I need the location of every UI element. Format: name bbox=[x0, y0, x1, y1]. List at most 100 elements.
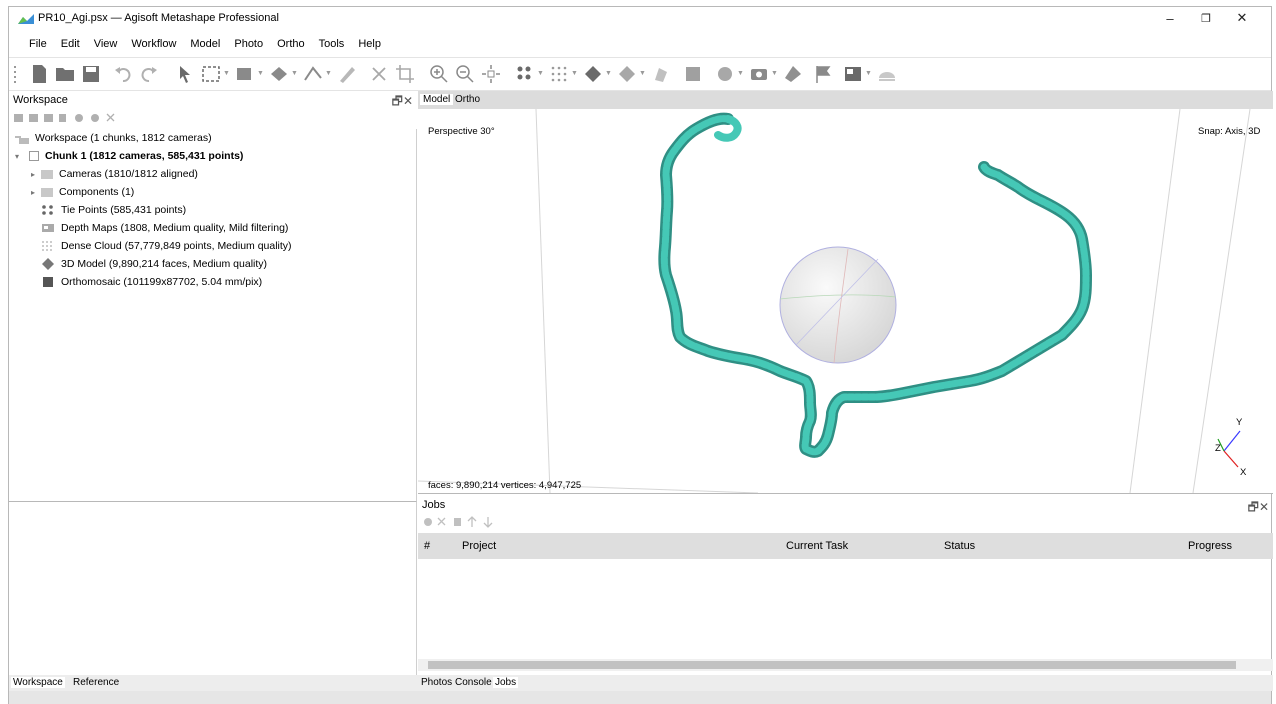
tree-item-depth-maps[interactable]: Depth Maps (1808, Medium quality, Mild f… bbox=[41, 219, 288, 237]
chevron-down-icon[interactable]: ▼ bbox=[291, 70, 298, 77]
menu-model[interactable]: Model bbox=[190, 38, 220, 50]
menu-help[interactable]: Help bbox=[358, 38, 381, 50]
show-tie-points-icon[interactable] bbox=[515, 64, 535, 84]
orthomosaic-icon bbox=[43, 277, 53, 287]
tree-item-components[interactable]: ▸ Components (1) bbox=[31, 183, 134, 201]
chevron-right-icon[interactable]: ▸ bbox=[31, 188, 41, 197]
tree-item-tie-points[interactable]: Tie Points (585,431 points) bbox=[41, 201, 186, 219]
flag-icon[interactable] bbox=[813, 64, 833, 84]
show-dense-cloud-icon[interactable] bbox=[549, 64, 569, 84]
chevron-down-icon[interactable]: ▼ bbox=[325, 70, 332, 77]
show-model-icon[interactable] bbox=[583, 64, 603, 84]
tree-root[interactable]: Workspace (1 chunks, 1812 cameras) bbox=[15, 129, 212, 147]
reset-view-icon[interactable] bbox=[481, 64, 501, 84]
axis-z-label: Z bbox=[1215, 443, 1221, 454]
chevron-down-icon[interactable]: ▼ bbox=[639, 70, 646, 77]
show-region-icon[interactable] bbox=[715, 64, 735, 84]
metashape-logo-icon bbox=[18, 14, 34, 24]
chevron-down-icon[interactable]: ▼ bbox=[737, 70, 744, 77]
show-markers-icon[interactable] bbox=[783, 64, 803, 84]
tab-ortho[interactable]: Ortho bbox=[452, 94, 483, 105]
tree-item-3d-model[interactable]: 3D Model (9,890,214 faces, Medium qualit… bbox=[41, 255, 267, 273]
tree-item-dense-cloud[interactable]: Dense Cloud (57,779,849 points, Medium q… bbox=[41, 237, 292, 255]
show-shapes-icon[interactable] bbox=[877, 64, 897, 84]
close-button[interactable]: ✕ bbox=[1224, 7, 1260, 29]
scrollbar-thumb[interactable] bbox=[428, 661, 1236, 669]
chevron-down-icon[interactable]: ▼ bbox=[605, 70, 612, 77]
maximize-icon: ❐ bbox=[1201, 12, 1211, 25]
jobs-horizontal-scrollbar[interactable] bbox=[418, 659, 1273, 671]
tab-workspace[interactable]: Workspace bbox=[11, 677, 65, 688]
menu-edit[interactable]: Edit bbox=[61, 38, 80, 50]
menu-view[interactable]: View bbox=[94, 38, 118, 50]
jobs-toolbar bbox=[418, 513, 1273, 531]
chevron-down-icon[interactable]: ▼ bbox=[257, 70, 264, 77]
save-icon[interactable] bbox=[81, 64, 101, 84]
tab-photos[interactable]: Photos bbox=[419, 677, 454, 688]
folder-icon bbox=[41, 187, 53, 197]
chevron-down-icon[interactable]: ▼ bbox=[571, 70, 578, 77]
draw-polyline-icon[interactable] bbox=[303, 64, 323, 84]
menu-file[interactable]: File bbox=[29, 38, 47, 50]
trackball-sphere[interactable] bbox=[779, 246, 897, 364]
jobs-toolbar-icons[interactable] bbox=[422, 515, 518, 529]
crop-icon[interactable] bbox=[395, 64, 415, 84]
column-current-task[interactable]: Current Task bbox=[786, 540, 848, 552]
menu-ortho[interactable]: Ortho bbox=[277, 38, 305, 50]
redo-icon[interactable] bbox=[139, 64, 159, 84]
workspace-icon bbox=[15, 132, 29, 144]
open-folder-icon[interactable] bbox=[55, 64, 75, 84]
show-dem-icon[interactable] bbox=[651, 64, 671, 84]
model-viewport[interactable]: Perspective 30° Snap: Axis, 3D faces: 9,… bbox=[418, 109, 1273, 493]
zoom-in-icon[interactable] bbox=[429, 64, 449, 84]
chevron-down-icon[interactable]: ▼ bbox=[223, 70, 230, 77]
column-number[interactable]: # bbox=[424, 540, 430, 552]
chevron-down-icon[interactable]: ▼ bbox=[537, 70, 544, 77]
tree-root-label: Workspace (1 chunks, 1812 cameras) bbox=[35, 132, 212, 144]
tab-model[interactable]: Model bbox=[420, 94, 454, 105]
workspace-lower-pane bbox=[9, 501, 417, 677]
column-status[interactable]: Status bbox=[944, 540, 975, 552]
axis-y-label: Y bbox=[1236, 417, 1243, 428]
tab-console[interactable]: Console bbox=[453, 677, 494, 688]
rectangle-selection-icon[interactable] bbox=[201, 64, 221, 84]
axis-gizmo bbox=[1217, 430, 1241, 468]
zoom-out-icon[interactable] bbox=[455, 64, 475, 84]
workspace-toolbar-icons[interactable] bbox=[13, 111, 117, 125]
tree-item-orthomosaic[interactable]: Orthomosaic (101199x87702, 5.04 mm/pix) bbox=[41, 273, 262, 291]
left-dock-tabs: Workspace Reference bbox=[9, 675, 417, 691]
tie-points-icon bbox=[42, 205, 53, 215]
delete-selection-icon[interactable] bbox=[369, 64, 389, 84]
tree-chunk[interactable]: ▾ Chunk 1 (1812 cameras, 585,431 points) bbox=[15, 147, 243, 165]
ruler-icon[interactable] bbox=[337, 64, 357, 84]
show-tiled-model-icon[interactable] bbox=[617, 64, 637, 84]
maximize-button[interactable]: ❐ bbox=[1188, 7, 1224, 29]
menu-tools[interactable]: Tools bbox=[319, 38, 345, 50]
tree-item-label: Orthomosaic (101199x87702, 5.04 mm/pix) bbox=[61, 276, 263, 288]
column-project[interactable]: Project bbox=[462, 540, 496, 552]
workspace-tree: Workspace (1 chunks, 1812 cameras) ▾ Chu… bbox=[9, 129, 417, 501]
chevron-down-icon[interactable]: ▾ bbox=[15, 152, 25, 161]
show-images-icon[interactable] bbox=[843, 64, 863, 84]
column-progress[interactable]: Progress bbox=[1188, 540, 1232, 552]
tree-item-label: Cameras (1810/1812 aligned) bbox=[59, 168, 198, 180]
draw-polygon-icon[interactable] bbox=[269, 64, 289, 84]
view-tabs: Model Ortho bbox=[418, 91, 1273, 109]
show-orthomosaic-icon[interactable] bbox=[683, 64, 703, 84]
show-cameras-icon[interactable] bbox=[749, 64, 769, 84]
navigation-cursor-icon[interactable] bbox=[175, 64, 195, 84]
undo-icon[interactable] bbox=[113, 64, 133, 84]
tree-item-cameras[interactable]: ▸ Cameras (1810/1812 aligned) bbox=[31, 165, 198, 183]
chevron-right-icon[interactable]: ▸ bbox=[31, 170, 41, 179]
jobs-panel-header: Jobs 🗗✕ bbox=[418, 493, 1273, 514]
minimize-button[interactable]: – bbox=[1152, 7, 1188, 29]
menu-workflow[interactable]: Workflow bbox=[131, 38, 176, 50]
tab-reference[interactable]: Reference bbox=[71, 677, 121, 688]
chevron-down-icon[interactable]: ▼ bbox=[771, 70, 778, 77]
new-document-icon[interactable] bbox=[29, 64, 49, 84]
select-shape-icon[interactable] bbox=[235, 64, 255, 84]
chevron-down-icon[interactable]: ▼ bbox=[865, 70, 872, 77]
menu-photo[interactable]: Photo bbox=[234, 38, 263, 50]
scene-canvas[interactable] bbox=[418, 109, 1273, 493]
tab-jobs[interactable]: Jobs bbox=[493, 677, 519, 688]
